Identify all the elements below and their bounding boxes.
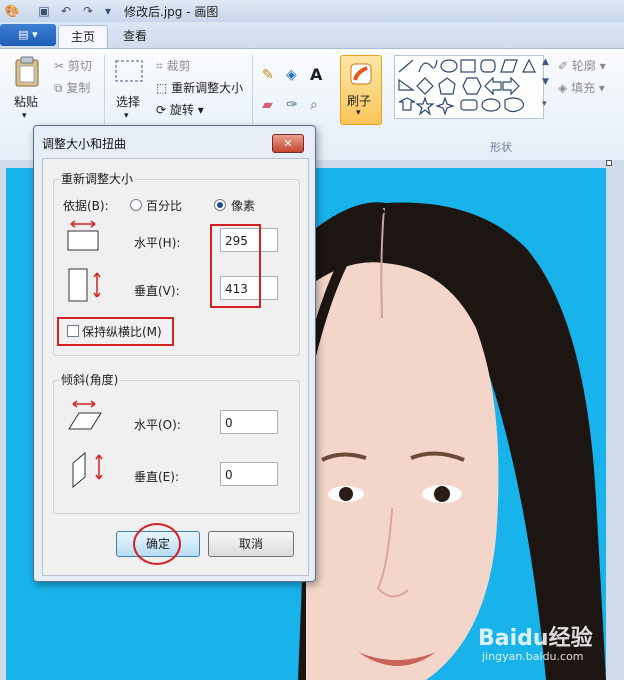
vertical-label: 垂直(V): xyxy=(134,284,180,298)
pixels-label[interactable]: 像素 xyxy=(231,197,255,214)
brush-icon xyxy=(350,63,372,85)
text-tool-icon[interactable]: A xyxy=(310,65,322,84)
shapes-icons[interactable] xyxy=(395,56,543,118)
close-icon: ✕ xyxy=(283,137,293,150)
vertical-resize-icon xyxy=(68,268,101,302)
title-bar: 🎨 ▣ ↶ ↷ ▾ 修改后.jpg - 画图 xyxy=(0,0,624,23)
shapes-gallery xyxy=(394,55,544,119)
horizontal-resize-icon xyxy=(67,220,99,251)
save-icon[interactable]: ▣ xyxy=(36,3,52,19)
skew-vertical-label: 垂直(E): xyxy=(134,470,179,484)
copy-button[interactable]: ⧉ 复制 xyxy=(54,79,90,96)
pencil-icon[interactable]: ✎ xyxy=(262,67,274,83)
paste-icon[interactable] xyxy=(14,55,42,87)
resize-handle[interactable] xyxy=(606,160,612,166)
skew-horizontal-input[interactable]: 0 xyxy=(220,410,278,434)
shapes-scroll-up-icon[interactable]: ▲ xyxy=(542,57,549,67)
select-button[interactable]: 选择 xyxy=(116,93,140,110)
percent-label[interactable]: 百分比 xyxy=(146,197,182,214)
resize-skew-dialog: 调整大小和扭曲 ✕ 重新调整大小 依据(B): 百分比 像素 水平(H): 29… xyxy=(33,125,316,582)
brushes-dropdown-icon: ▾ xyxy=(356,108,361,118)
by-label: 依据(B): xyxy=(63,199,109,213)
pixels-radio[interactable] xyxy=(214,199,226,211)
shapes-more-icon[interactable]: ▾ xyxy=(542,99,547,109)
rotate-dropdown-icon: ▾ xyxy=(197,103,204,117)
tab-row: ▤ ▾ 主页 查看 xyxy=(0,22,624,49)
scissors-icon: ✂ xyxy=(54,59,65,73)
outline-icon: ✐ xyxy=(558,59,569,73)
skew-horizontal-label: 水平(O): xyxy=(134,418,181,432)
tab-view[interactable]: 查看 xyxy=(112,25,158,48)
dialog-title: 调整大小和扭曲 xyxy=(42,137,127,151)
select-icon[interactable] xyxy=(114,59,144,83)
watermark-url: jingyan.baidu.com xyxy=(482,650,584,663)
app-menu-button[interactable]: ▤ ▾ xyxy=(0,24,56,46)
eraser-icon[interactable]: ▰ xyxy=(262,97,273,113)
app-menu-icon: ▤ ▾ xyxy=(18,28,38,41)
dialog-body: 重新调整大小 依据(B): 百分比 像素 水平(H): 295 垂直(V): 4… xyxy=(42,158,309,576)
paint-app-icon[interactable]: 🎨 xyxy=(4,3,20,19)
fill-bucket-icon[interactable]: ◈ xyxy=(286,67,297,83)
select-dropdown-icon[interactable]: ▾ xyxy=(124,111,129,121)
color-picker-icon[interactable]: ✑ xyxy=(286,97,298,113)
close-button[interactable]: ✕ xyxy=(272,134,304,153)
skew-vertical-icon xyxy=(72,451,103,489)
annotation-box-keep-ratio xyxy=(57,317,174,346)
horizontal-label: 水平(H): xyxy=(134,236,181,250)
annotation-box-size-fields xyxy=(210,224,261,308)
quick-access-dropdown-icon[interactable]: ▾ xyxy=(100,3,116,19)
shapes-scroll-down-icon[interactable]: ▼ xyxy=(542,77,549,87)
crop-button[interactable]: ⌗ 裁剪 xyxy=(156,57,191,74)
brushes-label: 刷子 xyxy=(347,94,372,108)
fill-icon: ◈ xyxy=(558,81,568,95)
brushes-button[interactable]: 刷子 ▾ xyxy=(340,55,382,125)
redo-icon[interactable]: ↷ xyxy=(80,3,96,19)
copy-icon: ⧉ xyxy=(54,81,63,95)
skew-horizontal-icon xyxy=(68,400,102,430)
cancel-button[interactable]: 取消 xyxy=(208,531,294,557)
rotate-icon: ⟳ xyxy=(156,103,167,117)
paste-button[interactable]: 粘贴 xyxy=(14,93,38,110)
resize-group-label: 重新调整大小 xyxy=(59,170,136,187)
skew-vertical-input[interactable]: 0 xyxy=(220,462,278,486)
cut-button[interactable]: ✂ 剪切 xyxy=(54,57,92,74)
crop-icon: ⌗ xyxy=(156,59,163,73)
magnifier-icon[interactable]: ⌕ xyxy=(310,97,318,113)
outline-button[interactable]: ✐ 轮廓 ▾ xyxy=(558,57,606,74)
undo-icon[interactable]: ↶ xyxy=(58,3,74,19)
annotation-circle-ok xyxy=(133,523,181,565)
rotate-button[interactable]: ⟳ 旋转 ▾ xyxy=(156,101,204,118)
watermark-logo: Baidu经验 xyxy=(478,626,593,651)
fill-button[interactable]: ◈ 填充 ▾ xyxy=(558,79,605,96)
resize-icon: ⬚ xyxy=(156,81,168,95)
window-title: 修改后.jpg - 画图 xyxy=(124,5,219,19)
resize-button[interactable]: ⬚ 重新调整大小 xyxy=(156,79,243,96)
paste-dropdown-icon[interactable]: ▾ xyxy=(22,111,27,121)
tab-home[interactable]: 主页 xyxy=(58,25,108,49)
percent-radio[interactable] xyxy=(130,199,142,211)
skew-group-label: 倾斜(角度) xyxy=(59,371,121,388)
shapes-group-label: 形状 xyxy=(490,141,512,154)
